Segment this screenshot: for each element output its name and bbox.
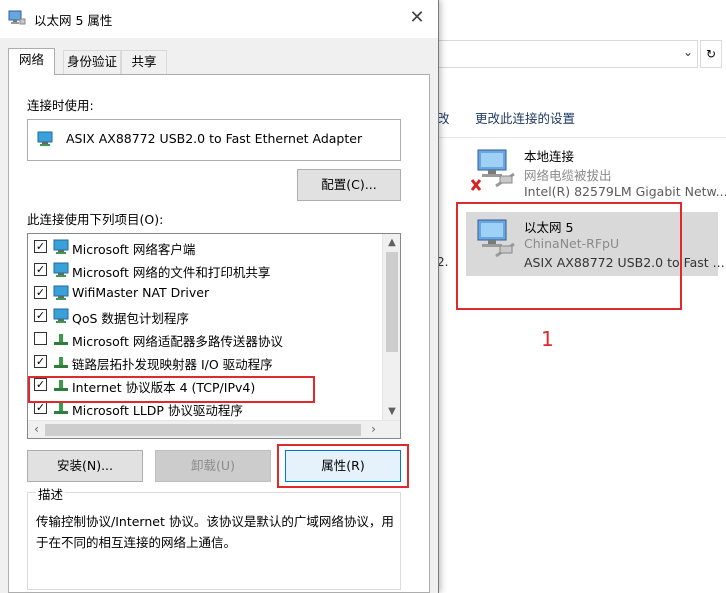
- item-label: Microsoft 网络的文件和打印机共享: [72, 265, 271, 280]
- scroll-right-icon[interactable]: ›: [365, 421, 382, 438]
- highlight-box-connection: [456, 202, 682, 310]
- network-adapter-icon: [470, 149, 515, 191]
- tab-panel-network: 连接时使用: ASIX AX88772 USB2.0 to Fast Ether…: [8, 74, 430, 593]
- item-checkbox[interactable]: ✓: [34, 240, 47, 253]
- network-adapter-icon: [37, 131, 53, 146]
- adapter-field: ASIX AX88772 USB2.0 to Fast Ethernet Ada…: [27, 119, 401, 161]
- close-icon[interactable]: ✕: [402, 4, 432, 32]
- vertical-scrollbar[interactable]: ▲ ▼: [382, 234, 400, 420]
- adapter-name: ASIX AX88772 USB2.0 to Fast Ethernet Ada…: [66, 131, 363, 146]
- file-share-icon: [53, 262, 69, 277]
- item-checkbox[interactable]: [34, 332, 47, 345]
- scroll-down-icon[interactable]: ▼: [383, 403, 400, 420]
- connections-toolbar: 改 更改此连接的设置: [436, 96, 726, 138]
- item-label: 链路层拓扑发现映射器 I/O 驱动程序: [72, 357, 273, 372]
- install-button[interactable]: 安装(N)...: [27, 450, 143, 482]
- network-icon: [8, 10, 26, 25]
- list-item[interactable]: ✓ Microsoft 网络客户端: [34, 236, 382, 258]
- item-checkbox[interactable]: ✓: [34, 286, 47, 299]
- address-bar[interactable]: ⌄: [436, 40, 698, 68]
- ethernet-properties-dialog: 以太网 5 属性 ✕ 网络 身份验证 共享 连接时使用: ASIX AX8877…: [0, 0, 439, 593]
- item-checkbox[interactable]: ✓: [34, 263, 47, 276]
- description-group: 描述 传输控制协议/Internet 协议。该协议是默认的广域网络协议，用于在不…: [27, 484, 401, 590]
- item-label: Microsoft 网络客户端: [72, 242, 196, 257]
- horizontal-scrollbar[interactable]: ‹ ›: [28, 420, 400, 438]
- callout-number: 1: [541, 327, 554, 351]
- protocol-icon: [54, 334, 68, 345]
- item-label: WifiMaster NAT Driver: [72, 285, 210, 300]
- dialog-body: 网络 身份验证 共享 连接时使用: ASIX AX88772 USB2.0 to…: [0, 38, 438, 593]
- tab-sharing[interactable]: 共享: [121, 50, 167, 74]
- connection-status: 网络电缆被拔出: [524, 168, 612, 183]
- dialog-title: 以太网 5 属性: [34, 13, 113, 28]
- qos-icon: [53, 308, 69, 323]
- list-item[interactable]: ✓ WifiMaster NAT Driver: [34, 282, 382, 304]
- list-item[interactable]: ✓ QoS 数据包计划程序: [34, 305, 382, 327]
- tab-authentication[interactable]: 身份验证: [63, 50, 121, 74]
- item-label: Microsoft 网络适配器多路传送器协议: [72, 334, 283, 349]
- list-item[interactable]: ✓ 链路层拓扑发现映射器 I/O 驱动程序: [34, 351, 382, 373]
- scroll-thumb[interactable]: [45, 424, 361, 436]
- list-item[interactable]: Microsoft 网络适配器多路传送器协议: [34, 328, 382, 350]
- tab-network[interactable]: 网络: [8, 48, 55, 75]
- item-label: QoS 数据包计划程序: [72, 311, 189, 326]
- description-text: 传输控制协议/Internet 协议。该协议是默认的广域网络协议，用于在不同的相…: [36, 514, 394, 550]
- network-driver-icon: [53, 285, 69, 300]
- description-label: 描述: [36, 484, 66, 503]
- uninstall-button[interactable]: 卸载(U): [155, 450, 271, 482]
- connection-name: 本地连接: [524, 149, 575, 164]
- dialog-titlebar[interactable]: 以太网 5 属性 ✕: [0, 0, 438, 38]
- components-list[interactable]: ✓ Microsoft 网络客户端 ✓ Microsoft 网络的文件和打印机共…: [27, 233, 401, 439]
- list-item[interactable]: ✓ Microsoft 网络的文件和打印机共享: [34, 259, 382, 281]
- network-client-icon: [53, 239, 69, 254]
- highlight-box-ipv4: [28, 376, 315, 403]
- item-checkbox[interactable]: ✓: [34, 309, 47, 322]
- chevron-down-icon[interactable]: ⌄: [683, 45, 693, 59]
- configure-button[interactable]: 配置(C)...: [297, 169, 401, 201]
- connect-using-label: 连接时使用:: [27, 98, 94, 113]
- scroll-thumb[interactable]: [386, 252, 398, 352]
- protocol-icon: [54, 357, 68, 368]
- highlight-box-properties: [277, 444, 409, 488]
- connection-adapter: Intel(R) 82579LM Gigabit Netw...: [524, 184, 726, 199]
- items-label: 此连接使用下列项目(O):: [27, 212, 164, 227]
- scroll-left-icon[interactable]: ‹: [28, 421, 45, 438]
- refresh-button[interactable]: ↻: [700, 40, 722, 68]
- item-checkbox[interactable]: ✓: [34, 355, 47, 368]
- change-settings-link[interactable]: 更改此连接的设置: [475, 108, 575, 127]
- connection-item-local[interactable]: 本地连接 网络电缆被拔出 Intel(R) 82579LM Gigabit Ne…: [470, 146, 726, 206]
- scroll-up-icon[interactable]: ▲: [383, 234, 400, 251]
